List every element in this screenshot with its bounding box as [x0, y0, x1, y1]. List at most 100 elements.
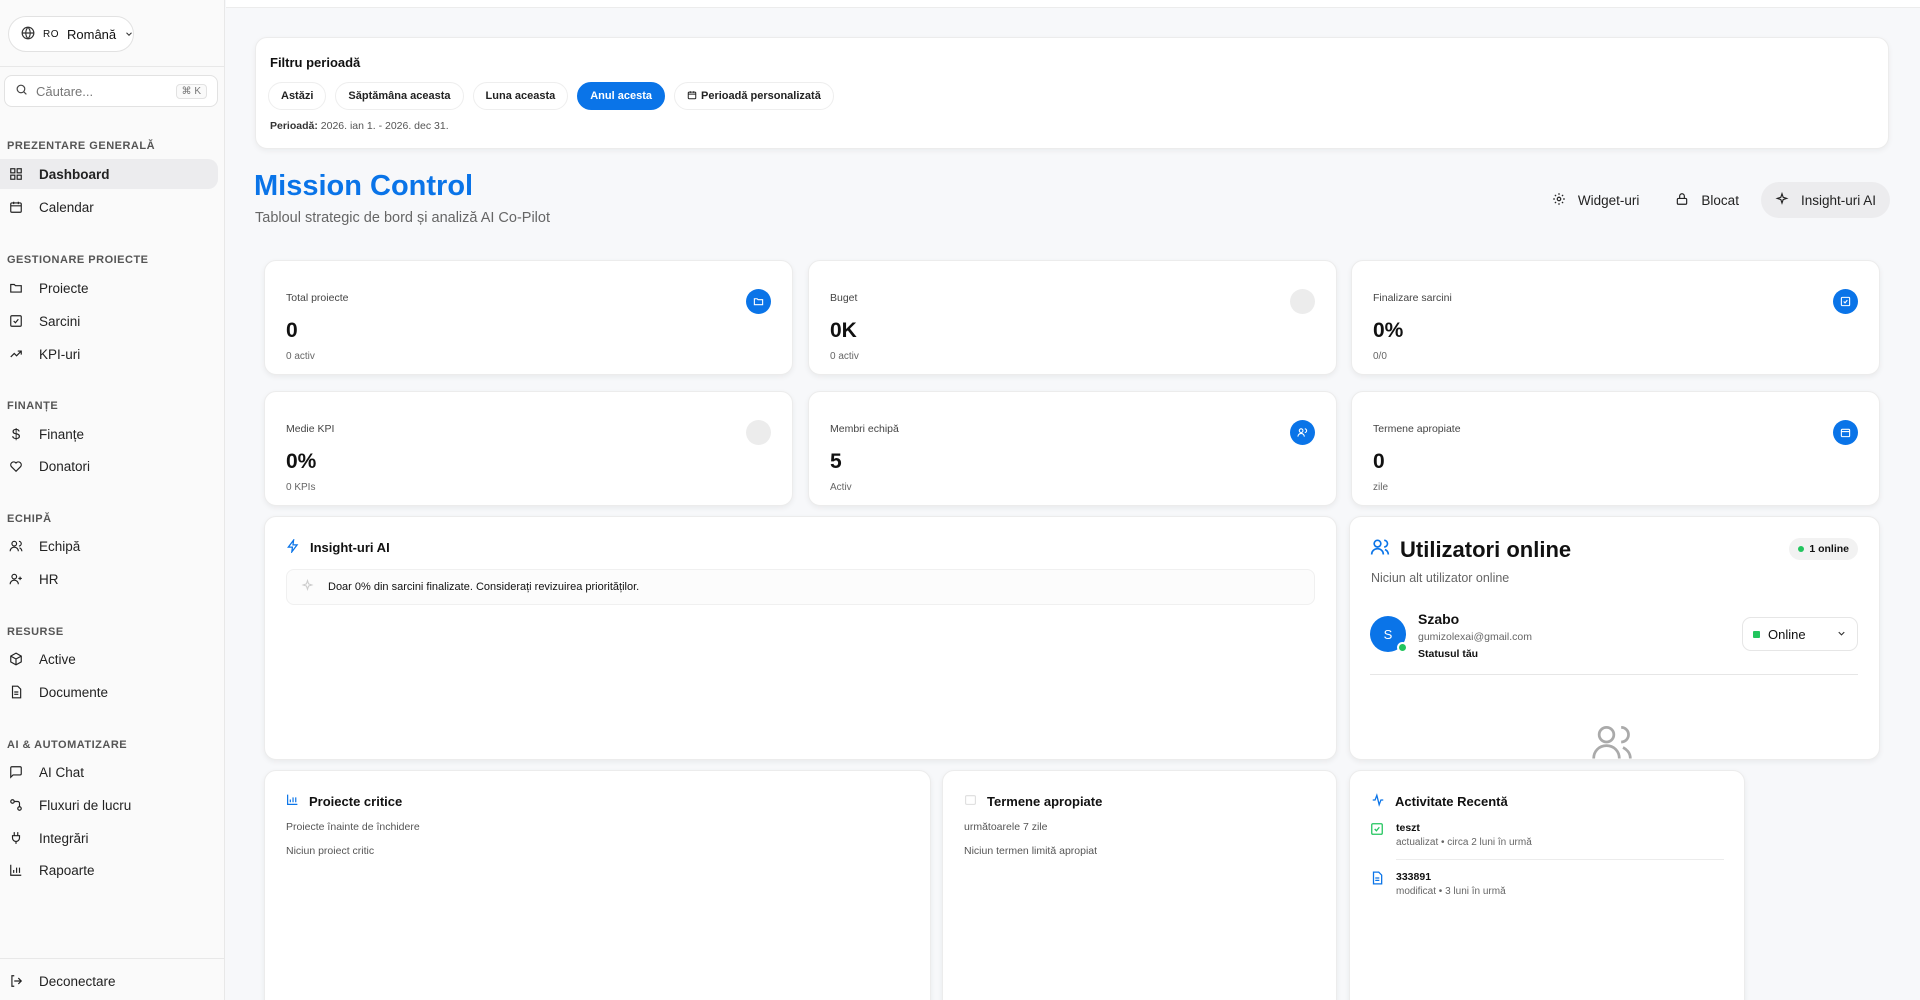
- activity-name: 333891: [1396, 871, 1432, 883]
- sidebar-divider: [0, 958, 225, 959]
- section-title-resources: RESURSE: [7, 626, 64, 638]
- users-icon: [1290, 420, 1315, 445]
- logout-label: Deconectare: [39, 973, 116, 989]
- ai-insights-button[interactable]: Insight-uri AI: [1760, 182, 1890, 218]
- user-email: gumizolexai@gmail.com: [1418, 631, 1532, 643]
- lock-button[interactable]: Blocat: [1661, 182, 1753, 218]
- section-title-ai: AI & AUTOMATIZARE: [7, 739, 128, 751]
- chip-custom-period[interactable]: Perioadă personalizată: [673, 82, 834, 110]
- lock-label: Blocat: [1701, 192, 1739, 208]
- chevron-down-icon: [124, 27, 134, 42]
- calendar-icon: [964, 793, 977, 809]
- search-input[interactable]: Căutare... ⌘ K: [4, 75, 218, 107]
- stat-label: Medie KPI: [286, 423, 335, 435]
- sidebar-item-team[interactable]: Echipă: [0, 531, 218, 561]
- sidebar-divider: [0, 66, 225, 67]
- section-title-finance: FINANȚE: [7, 400, 59, 412]
- box-icon: [8, 651, 24, 667]
- activity-name: teszt: [1396, 822, 1420, 834]
- critical-projects-title: Proiecte critice: [286, 793, 402, 809]
- lightning-icon: [286, 537, 300, 556]
- period-range: Perioadă: 2026. ian 1. - 2026. dec 31.: [270, 120, 449, 132]
- sidebar-item-reports[interactable]: Rapoarte: [0, 855, 218, 885]
- avatar: S: [1370, 616, 1408, 653]
- activity-icon: [1371, 793, 1385, 810]
- activity-item[interactable]: teszt actualizat • circa 2 luni în urmă: [1370, 822, 1724, 848]
- activity-item[interactable]: 333891 modificat • 3 luni în urmă: [1370, 871, 1724, 897]
- dollar-icon: [1290, 289, 1315, 314]
- chip-today[interactable]: Astăzi: [268, 82, 327, 110]
- online-title-label: Utilizatori online: [1400, 537, 1572, 562]
- logout-button[interactable]: Deconectare: [0, 966, 218, 996]
- sidebar-item-kpis[interactable]: KPI-uri: [0, 339, 218, 369]
- stat-card-total-projects: Total proiecte 0 0 activ: [264, 260, 793, 375]
- stat-label: Buget: [830, 292, 858, 304]
- chat-icon: [8, 764, 24, 780]
- divider: [1370, 674, 1858, 675]
- chip-this-week[interactable]: Săptămâna aceasta: [335, 82, 464, 110]
- status-select[interactable]: Online: [1742, 617, 1858, 651]
- user-plus-icon: [8, 571, 24, 587]
- users-icon: [1370, 537, 1390, 563]
- sidebar: RO Română Căutare... ⌘ K PREZENTARE GENE…: [0, 0, 225, 1000]
- card-title-label: Activitate Recentă: [1395, 794, 1508, 809]
- stat-sub: 0 KPIs: [286, 482, 316, 493]
- language-label: Română: [67, 26, 117, 42]
- online-count-badge: 1 online: [1789, 538, 1858, 560]
- chip-this-year[interactable]: Anul acesta: [577, 82, 665, 110]
- stat-value: 0%: [286, 450, 317, 473]
- language-code: RO: [43, 28, 59, 40]
- dollar-icon: $: [11, 425, 21, 443]
- sidebar-item-label: Integrări: [39, 830, 89, 846]
- sidebar-item-label: Calendar: [39, 199, 94, 215]
- card-title-label: Insight-uri AI: [310, 540, 390, 555]
- status-value: Online: [1768, 626, 1806, 642]
- sidebar-item-tasks[interactable]: Sarcini: [0, 306, 218, 336]
- user-name: Szabo: [1418, 611, 1460, 627]
- sidebar-item-integrations[interactable]: Integrări: [0, 823, 218, 853]
- sidebar-item-dashboard[interactable]: Dashboard: [0, 159, 218, 189]
- sidebar-item-calendar[interactable]: Calendar: [0, 192, 218, 222]
- sidebar-item-workflows[interactable]: Fluxuri de lucru: [0, 790, 218, 820]
- language-selector[interactable]: RO Română: [8, 16, 134, 52]
- upcoming-deadlines-card: Termene apropiate următoarele 7 zile Nic…: [942, 770, 1337, 1000]
- sidebar-item-label: Proiecte: [39, 280, 89, 296]
- sidebar-item-label: HR: [39, 571, 59, 587]
- critical-projects-card: Proiecte critice Proiecte înainte de înc…: [264, 770, 931, 1000]
- stat-value: 0: [286, 319, 298, 342]
- chevron-down-icon: [1836, 627, 1847, 642]
- widgets-button[interactable]: Widget-uri: [1538, 182, 1654, 218]
- stat-sub: Activ: [830, 482, 852, 493]
- checkbox-icon: [1370, 822, 1384, 848]
- search-placeholder: Căutare...: [36, 83, 94, 99]
- period-value: 2026. ian 1. - 2026. dec 31.: [320, 120, 449, 132]
- target-icon: [746, 420, 771, 445]
- sidebar-item-ai-chat[interactable]: AI Chat: [0, 757, 218, 787]
- card-title-label: Proiecte critice: [309, 793, 403, 809]
- deadlines-title: Termene apropiate: [964, 793, 1102, 809]
- sidebar-item-assets[interactable]: Active: [0, 644, 218, 674]
- logout-icon: [8, 973, 24, 989]
- sidebar-item-label: Sarcini: [39, 313, 81, 329]
- stat-card-budget: Buget 0K 0 activ: [808, 260, 1337, 375]
- sidebar-item-projects[interactable]: Proiecte: [0, 273, 218, 303]
- grid-icon: [8, 166, 24, 182]
- sidebar-item-finance[interactable]: $ Finanțe: [0, 419, 218, 449]
- chip-this-month[interactable]: Luna aceasta: [472, 82, 569, 110]
- page-subtitle: Tabloul strategic de bord și analiză AI …: [255, 210, 550, 226]
- ai-insights-card: Insight-uri AI Doar 0% din sarcini final…: [264, 516, 1337, 760]
- section-title-projects: GESTIONARE PROIECTE: [7, 254, 149, 266]
- sidebar-item-label: Rapoarte: [39, 862, 95, 878]
- sidebar-item-documents[interactable]: Documente: [0, 677, 218, 707]
- search-icon: [15, 83, 28, 99]
- stat-label: Membri echipă: [830, 423, 899, 435]
- stat-sub: 0 activ: [286, 351, 315, 362]
- sidebar-item-label: Finanțe: [39, 426, 85, 442]
- stat-card-kpi-average: Medie KPI 0% 0 KPIs: [264, 391, 793, 506]
- activity-meta: modificat • 3 luni în urmă: [1396, 886, 1506, 897]
- stat-card-task-completion: Finalizare sarcini 0% 0/0: [1351, 260, 1880, 375]
- sidebar-item-hr[interactable]: HR: [0, 564, 218, 594]
- checkbox-icon: [1833, 289, 1858, 314]
- sidebar-item-donors[interactable]: Donatori: [0, 451, 218, 481]
- calendar-icon: [687, 90, 697, 103]
